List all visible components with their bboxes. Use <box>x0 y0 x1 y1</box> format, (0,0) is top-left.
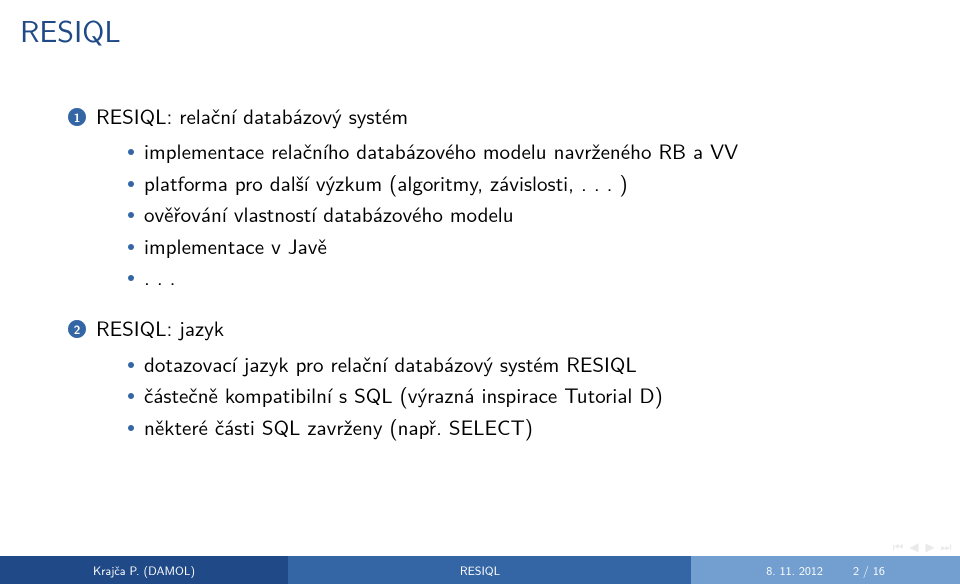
outline-subitem: částečně kompatibilní s SQL (výrazná ins… <box>128 381 920 410</box>
nav-controls: ⏮ ◀ ▶ ⏭ <box>890 538 954 554</box>
outline-subitem: dotazovací jazyk pro relační databázový … <box>128 350 920 379</box>
slide-content: RESIQL: relační databázový systém implem… <box>0 52 960 556</box>
outline-sublist: dotazovací jazyk pro relační databázový … <box>128 350 920 442</box>
footer-date: 8. 11. 2012 <box>766 561 823 579</box>
footer: Krajča P. (DAMOL) RESIQL 8. 11. 2012 2 /… <box>0 556 960 584</box>
outline-subitem: některé části SQL zavrženy (např. SELECT… <box>128 413 920 442</box>
footer-pageinfo: 8. 11. 2012 2 / 16 <box>691 561 960 579</box>
outline-subitem: implementace v Javě <box>128 232 920 261</box>
outline-item: RESIQL: jazyk dotazovací jazyk pro relač… <box>68 314 920 442</box>
nav-prev-icon[interactable]: ◀ <box>906 538 922 554</box>
outline-subitem: . . . <box>128 263 920 292</box>
nav-first-icon[interactable]: ⏮ <box>890 538 906 554</box>
outline-item-label: RESIQL: jazyk <box>96 313 224 343</box>
slide-title: RESIQL <box>0 0 960 52</box>
outline-sublist: implementace relačního databázového mode… <box>128 137 920 292</box>
outline-subitem: platforma pro další výzkum (algoritmy, z… <box>128 169 920 198</box>
footer-page: 2 / 16 <box>853 561 885 579</box>
outline-subitem: implementace relačního databázového mode… <box>128 137 920 166</box>
footer-author: Krajča P. (DAMOL) <box>0 561 288 579</box>
outline-item: RESIQL: relační databázový systém implem… <box>68 102 920 292</box>
outline-subitem: ověřování vlastností databázového modelu <box>128 200 920 229</box>
outline-list: RESIQL: relační databázový systém implem… <box>68 102 920 442</box>
nav-next-icon[interactable]: ▶ <box>922 538 938 554</box>
nav-last-icon[interactable]: ⏭ <box>938 538 954 554</box>
slide: RESIQL RESIQL: relační databázový systém… <box>0 0 960 584</box>
outline-item-label: RESIQL: relační databázový systém <box>96 101 408 131</box>
